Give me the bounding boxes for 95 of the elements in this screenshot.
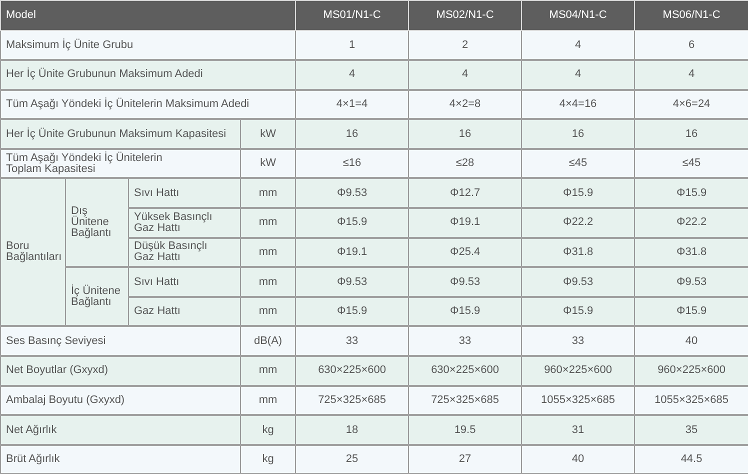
table-cell: 33 (296, 326, 409, 356)
table-cell: Φ22.2 (522, 208, 635, 238)
table-cell: 725×325×685 (296, 386, 409, 416)
table-cell: Φ12.7 (408, 178, 522, 208)
table-cell: Φ31.8 (522, 238, 635, 268)
group-label: Boru Bağlantıları (0, 178, 66, 326)
table-cell: Φ25.4 (408, 238, 522, 268)
table-cell: 4×1=4 (296, 90, 409, 120)
table-cell: 4×2=8 (408, 90, 522, 120)
table-cell: 18 (296, 415, 409, 445)
table-cell: 4 (296, 60, 409, 90)
table-cell: 6 (634, 30, 748, 60)
table-cell: 40 (634, 326, 748, 356)
table-cell: 16 (296, 119, 409, 149)
table-cell: 16 (634, 119, 748, 149)
table-cell: Φ19.1 (296, 238, 409, 268)
row-label: Yüksek Basınçlı Gaz Hattı (128, 208, 240, 238)
unit-cell: mm (240, 178, 296, 208)
unit-cell: mm (240, 356, 296, 386)
table-cell: 4 (522, 60, 635, 90)
table-cell: 4 (408, 60, 522, 90)
row-label: Sıvı Hattı (128, 178, 240, 208)
table-cell: 44.5 (634, 444, 748, 474)
column-header: MS02/N1-C (408, 0, 522, 30)
table-cell: 40 (522, 444, 635, 474)
row-label: Tüm Aşağı Yöndeki İç Ünitelerin Toplam Kapasitesi (0, 148, 240, 178)
table-cell: Φ31.8 (634, 238, 748, 268)
row-label: Düşük Basınçlı Gaz Hattı (128, 238, 240, 268)
table-cell: Φ19.1 (408, 208, 522, 238)
table-cell: Φ15.9 (522, 296, 635, 326)
table-cell: ≤45 (634, 148, 748, 178)
table-cell: 16 (522, 119, 635, 149)
unit-cell: dB(A) (240, 326, 296, 356)
table-cell: 960×225×600 (522, 356, 635, 386)
table-cell: Φ9.53 (296, 178, 409, 208)
table-cell: 4×6=24 (634, 90, 748, 120)
table-cell: 4 (522, 30, 635, 60)
table-cell: Φ15.9 (634, 178, 748, 208)
table-cell: 630×225×600 (296, 356, 409, 386)
table-cell: 4×4=16 (522, 90, 635, 120)
table-cell: 725×325×685 (408, 386, 522, 416)
row-label: Gaz Hattı (128, 296, 240, 326)
table-cell: Φ15.9 (296, 296, 409, 326)
table-cell: 16 (408, 119, 522, 149)
subgroup-label: Dış Ünitene Bağlantı (66, 178, 128, 268)
row-label: Sıvı Hattı (128, 267, 240, 297)
unit-cell: mm (240, 208, 296, 238)
table-cell: Φ15.9 (296, 208, 409, 238)
row-label: Net Ağırlık (0, 415, 240, 445)
row-label: Brüt Ağırlık (0, 444, 240, 474)
table-cell: 25 (296, 444, 409, 474)
unit-cell: kW (240, 148, 296, 178)
row-label: Her İç Ünite Grubunun Maksimum Kapasitesi (0, 119, 240, 149)
unit-cell: mm (240, 238, 296, 268)
table-cell: 1055×325×685 (634, 386, 748, 416)
table-cell: 33 (522, 326, 635, 356)
table-cell: 4 (634, 60, 748, 90)
row-label: Ses Basınç Seviyesi (0, 326, 240, 356)
unit-cell: mm (240, 267, 296, 297)
table-cell: 1 (296, 30, 409, 60)
unit-cell: kg (240, 415, 296, 445)
table-cell: Φ9.53 (296, 267, 409, 297)
row-label: Her İç Ünite Grubunun Maksimum Adedi (0, 60, 296, 90)
row-label: Net Boyutlar (Gxyxd) (0, 356, 240, 386)
unit-cell: mm (240, 296, 296, 326)
table-cell: 1055×325×685 (522, 386, 635, 416)
table-cell: 960×225×600 (634, 356, 748, 386)
table-cell: 33 (408, 326, 522, 356)
row-label: Tüm Aşağı Yöndeki İç Ünitelerin Maksimum Adedi (0, 90, 296, 120)
column-header: MS01/N1-C (296, 0, 409, 30)
subgroup-label: İç Ünitene Bağlantı (66, 267, 128, 326)
table-cell: 2 (408, 30, 522, 60)
table-cell: ≤45 (522, 148, 635, 178)
column-header: MS06/N1-C (634, 0, 748, 30)
row-label: Maksimum İç Ünite Grubu (0, 30, 296, 60)
table-cell: Φ15.9 (522, 178, 635, 208)
table-cell: 630×225×600 (408, 356, 522, 386)
column-header: MS04/N1-C (522, 0, 635, 30)
unit-cell: kg (240, 444, 296, 474)
table-cell: Φ9.53 (522, 267, 635, 297)
table-cell: Φ22.2 (634, 208, 748, 238)
unit-cell: mm (240, 386, 296, 416)
table-cell: ≤28 (408, 148, 522, 178)
row-label: Ambalaj Boyutu (Gxyxd) (0, 386, 240, 416)
unit-cell: kW (240, 119, 296, 149)
table-cell: Φ9.53 (634, 267, 748, 297)
table-cell: ≤16 (296, 148, 409, 178)
table-cell: 27 (408, 444, 522, 474)
table-cell: 35 (634, 415, 748, 445)
table-cell: Φ9.53 (408, 267, 522, 297)
table-cell: 19.5 (408, 415, 522, 445)
table-cell: Φ15.9 (634, 296, 748, 326)
table-cell: 31 (522, 415, 635, 445)
table-cell: Φ15.9 (408, 296, 522, 326)
column-header: Model (0, 0, 296, 30)
